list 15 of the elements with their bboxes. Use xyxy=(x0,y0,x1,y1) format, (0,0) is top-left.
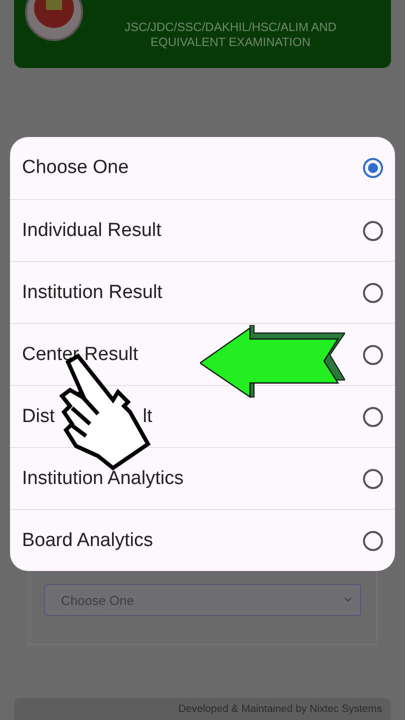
option-item[interactable]: Individual Result xyxy=(10,199,395,261)
arrow-icon xyxy=(200,325,345,400)
chevron-icon xyxy=(344,597,352,603)
option-item[interactable]: Board Analytics xyxy=(10,509,395,571)
radio-button[interactable] xyxy=(363,406,383,426)
option-item[interactable]: Choose One xyxy=(10,137,395,199)
radio-button[interactable] xyxy=(363,220,383,240)
radio-button[interactable] xyxy=(363,158,383,178)
emblem-icon xyxy=(24,0,84,42)
radio-button[interactable] xyxy=(363,468,383,488)
radio-button[interactable] xyxy=(363,530,383,550)
header-title: JSC/JDC/SSC/DAKHIL/HSC/ALIM AND EQUIVALENT EXAMINATION xyxy=(123,19,338,50)
radio-button[interactable] xyxy=(363,282,383,302)
option-item[interactable]: Institution Result xyxy=(10,261,395,323)
radio-button[interactable] xyxy=(363,344,383,364)
